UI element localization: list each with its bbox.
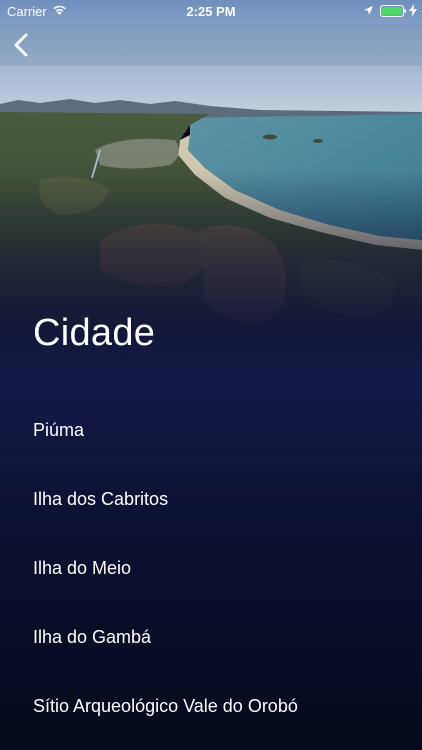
location-icon bbox=[364, 6, 373, 15]
page-title: Cidade bbox=[33, 312, 156, 354]
status-bar: Carrier 2:25 PM bbox=[0, 0, 422, 24]
list-item[interactable]: Ilha do Meio bbox=[0, 534, 422, 603]
battery-icon bbox=[380, 5, 406, 17]
list-item[interactable]: Ilha do Gambá bbox=[0, 603, 422, 672]
list-item[interactable]: Ilha dos Cabritos bbox=[0, 465, 422, 534]
place-list: Piúma Ilha dos Cabritos Ilha do Meio Ilh… bbox=[0, 396, 422, 741]
charging-bolt-icon bbox=[409, 4, 417, 17]
status-time: 2:25 PM bbox=[186, 4, 236, 19]
list-item[interactable]: Piúma bbox=[0, 396, 422, 465]
navigation-bar bbox=[0, 24, 422, 66]
list-item[interactable]: Sítio Arqueológico Vale do Orobó bbox=[0, 672, 422, 741]
chevron-left-icon bbox=[14, 33, 28, 57]
back-button[interactable] bbox=[6, 28, 38, 62]
app-screen: Carrier 2:25 PM Cidade Piúma Ilha dos Ca… bbox=[0, 0, 422, 750]
